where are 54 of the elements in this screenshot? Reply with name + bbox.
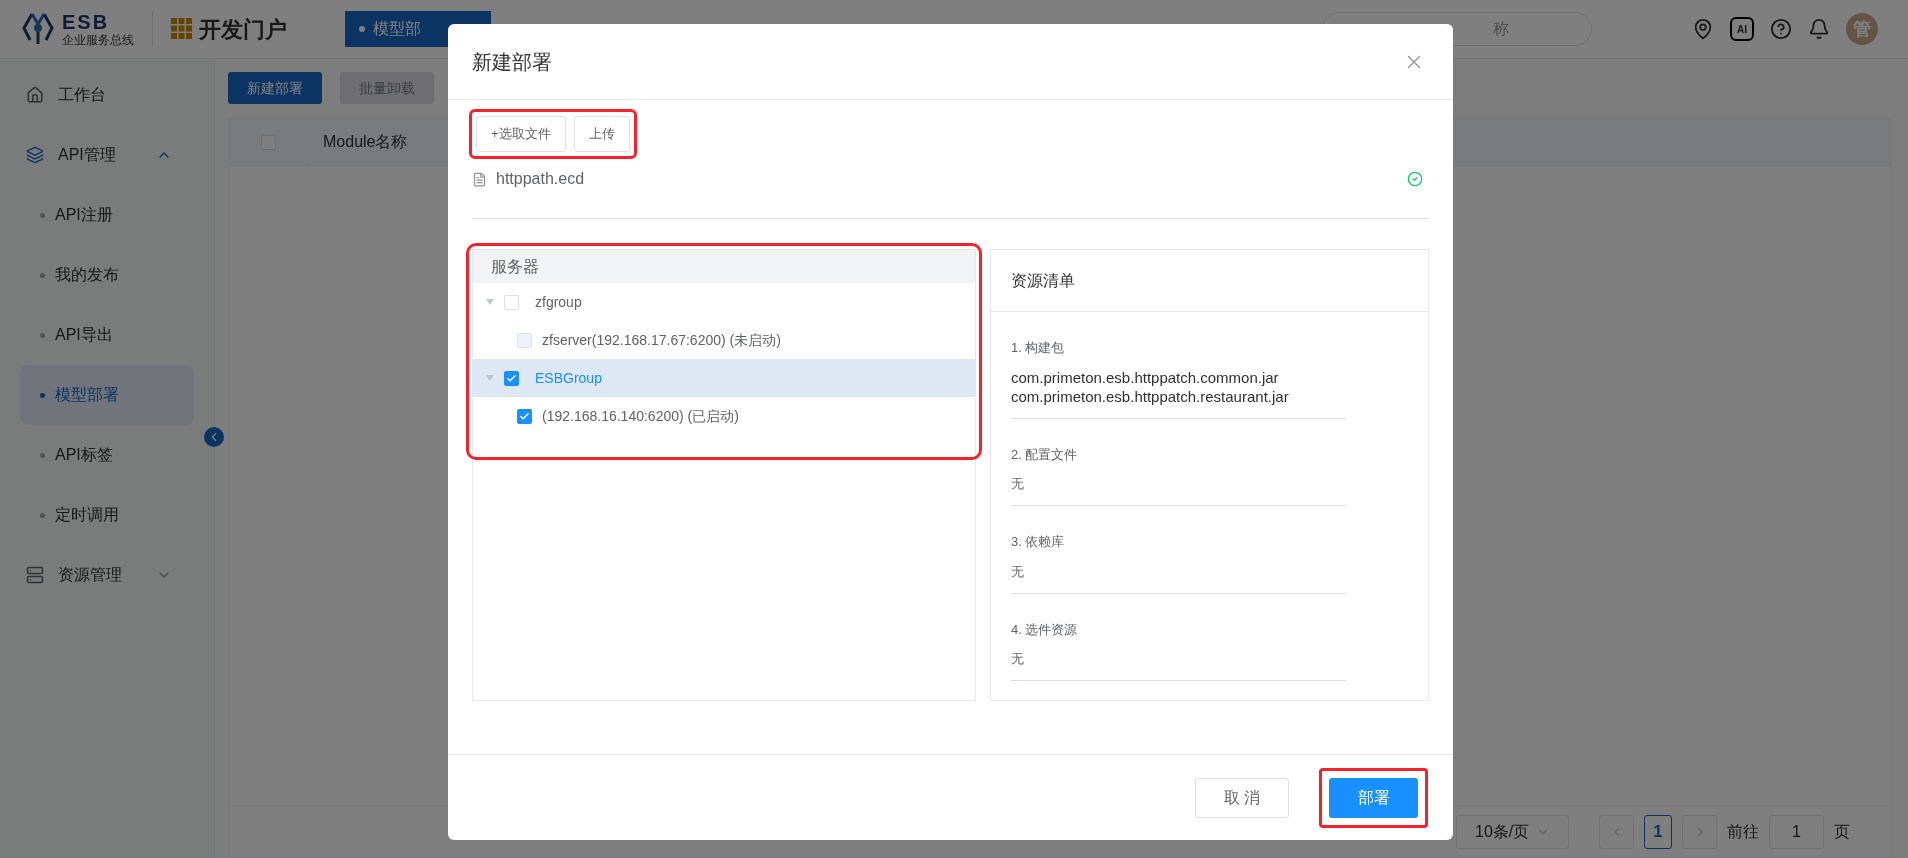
home-icon — [26, 86, 44, 104]
page-button[interactable]: 1 — [1644, 814, 1672, 849]
help-icon[interactable] — [1770, 18, 1792, 40]
deploy-button[interactable]: 部署 — [1329, 777, 1418, 818]
upload-button[interactable]: +选取文件 — [476, 116, 566, 152]
page-suffix: 页 — [1834, 821, 1850, 842]
checkbox[interactable] — [517, 408, 532, 424]
resource-item: com.primeton.esb.httppatch.common.jar — [1011, 367, 1280, 387]
grid-icon — [171, 18, 193, 40]
checkbox[interactable] — [504, 370, 519, 386]
tree-node[interactable]: ESBGroup — [473, 359, 975, 397]
tree-node[interactable]: (192.168.16.140:6200) (已启动) — [473, 397, 975, 435]
section-title: 4. 选件资源 — [1011, 620, 1079, 639]
sidebar-subitem[interactable]: 我的发布 — [20, 245, 194, 305]
sidebar-subitem[interactable]: 模型部署 — [20, 365, 194, 425]
sidebar-subitem[interactable]: API注册 — [20, 185, 194, 245]
page-size-select[interactable]: 10条/页 — [1456, 814, 1569, 849]
dialog-title: 新建部署 — [472, 49, 552, 75]
sidebar-item[interactable]: 工作台 — [20, 65, 194, 125]
collapse-handle[interactable] — [204, 427, 224, 447]
server-icon — [26, 566, 44, 584]
resource-panel-title: 资源清单 — [1011, 270, 1075, 291]
sidebar-subitem[interactable]: API标签 — [20, 425, 194, 485]
resource-item: 无 — [1011, 650, 1025, 668]
column-header: Module名称 — [322, 132, 408, 152]
toolbar-button[interactable]: 新建部署 — [228, 72, 322, 104]
layers-icon — [26, 146, 44, 164]
resource-item: 无 — [1011, 475, 1025, 493]
resource-item: com.primeton.esb.httppatch.restaurant.jar — [1011, 386, 1290, 406]
portal-title: 开发门户 — [199, 15, 287, 44]
sidebar-item[interactable]: 资源管理 — [20, 545, 194, 605]
goto-page-field[interactable]: 1 — [1769, 814, 1824, 849]
check-icon — [519, 410, 530, 422]
file-icon — [472, 171, 487, 187]
logo-subtitle: 企业服务总线 — [62, 34, 134, 46]
cancel-button[interactable]: 取 消 — [1195, 777, 1289, 818]
ai-icon[interactable]: AI — [1730, 17, 1754, 41]
check-icon — [506, 372, 517, 384]
sidebar-subitem[interactable]: 定时调用 — [20, 485, 194, 545]
sidebar-item[interactable]: API管理 — [20, 125, 194, 185]
sidebar-subitem[interactable]: API导出 — [20, 305, 194, 365]
tree-node[interactable]: zfgroup — [473, 283, 975, 321]
section-title: 3. 依赖库 — [1011, 533, 1066, 551]
goto-label: 前往 — [1727, 821, 1759, 842]
caret-icon[interactable] — [486, 299, 494, 305]
map-pin-icon[interactable] — [1692, 18, 1714, 40]
section-title: 1. 构建包 — [1011, 339, 1066, 357]
logo-title: ESB — [62, 12, 111, 32]
tree-header: 服务器 — [473, 250, 975, 283]
file-name: httppath.ecd — [496, 169, 585, 189]
resource-item: 无 — [1011, 562, 1025, 581]
section-title: 2. 配置文件 — [1011, 445, 1079, 464]
upload-button[interactable]: 上传 — [573, 116, 630, 152]
bell-icon[interactable] — [1808, 18, 1830, 40]
